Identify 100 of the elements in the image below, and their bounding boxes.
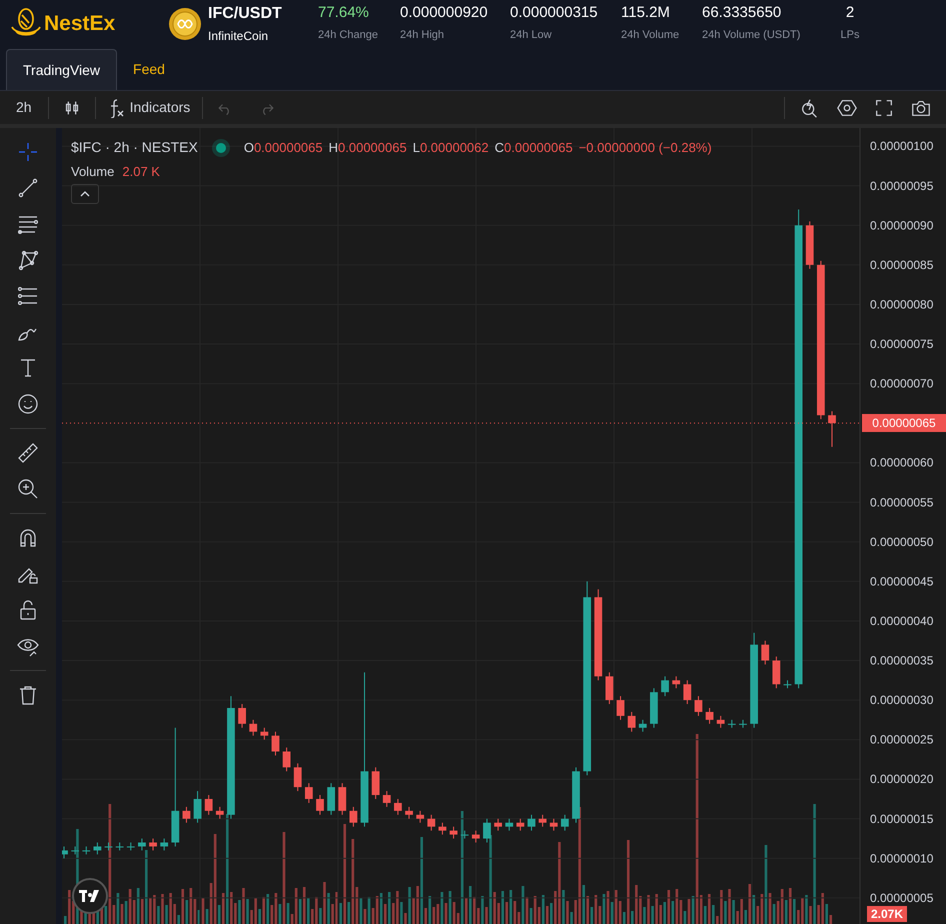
price-axis-label: 0.00000025 (870, 732, 934, 747)
candle (761, 640, 770, 665)
candle (427, 814, 436, 832)
candle (460, 830, 469, 840)
stat-value: 0.000000315 (510, 4, 599, 22)
candle (638, 719, 647, 732)
coin-icon (168, 7, 202, 41)
stat-value: 0.000000920 (400, 4, 489, 22)
stat-label: 24h Volume (USDT) (702, 28, 802, 44)
candle (538, 814, 546, 828)
stat-label: 24h Change (318, 28, 379, 44)
candle (116, 842, 124, 851)
collapse-button[interactable] (71, 184, 99, 204)
candle (694, 696, 702, 716)
candle (249, 719, 258, 736)
candle (138, 838, 146, 851)
candle (672, 676, 680, 689)
ohlc-value: O0.00000065 (244, 138, 323, 157)
stat-label: 24h High (400, 28, 446, 44)
volume-value: 2.07 K (122, 163, 160, 181)
price-axis-label: 0.00000090 (870, 218, 934, 232)
candle (628, 711, 636, 732)
candle (260, 727, 268, 740)
price-axis-label: 0.00000050 (870, 534, 934, 549)
candle (160, 838, 168, 851)
candle (338, 782, 346, 816)
candle (294, 762, 302, 792)
candle (516, 818, 524, 832)
stat-label: LPs (840, 28, 860, 44)
candle (416, 810, 424, 824)
tab[interactable]: TradingView (6, 49, 118, 90)
candle (616, 696, 624, 720)
volume-label: Volume (71, 163, 114, 181)
price-axis-label: 0.00000100 (870, 139, 934, 154)
candle (182, 806, 190, 824)
stat-label: 24h Low (510, 28, 553, 44)
ohlc-value: H0.00000065 (328, 138, 407, 157)
indicators-button[interactable]: Indicators (96, 97, 202, 118)
candle (216, 806, 224, 820)
price-axis-label: 0.00000020 (870, 772, 934, 786)
candle (82, 846, 90, 855)
stat-value: 66.3335650 (702, 4, 782, 22)
candle (316, 794, 324, 816)
candle (126, 842, 135, 851)
interval-button[interactable]: 2h (0, 97, 48, 118)
candle (528, 814, 536, 832)
price-axis-label: 0.00000015 (870, 812, 934, 826)
price-axis-label: 0.00000035 (870, 654, 934, 668)
candle (716, 715, 725, 728)
price-axis-label: 0.00000080 (870, 297, 934, 312)
candle (650, 688, 658, 728)
candle (438, 822, 446, 836)
symbol-title: $IFC · 2h · NESTEX (71, 138, 198, 157)
candle (71, 846, 80, 855)
candle (194, 790, 202, 824)
candle (505, 818, 514, 832)
candle (304, 782, 313, 804)
candle (728, 719, 736, 728)
candle (282, 747, 290, 772)
pair-symbol: IFC/USDT (208, 4, 283, 24)
candle (272, 731, 280, 756)
price-axis-label: 0.00000095 (870, 178, 934, 193)
candle (494, 818, 502, 832)
candle (405, 806, 413, 820)
candle (560, 814, 569, 832)
ohlc-value: L0.00000062 (412, 138, 489, 157)
price-axis-label: 0.00000085 (870, 258, 934, 272)
price-axis-label: 0.00000070 (870, 376, 934, 391)
candle (204, 794, 213, 816)
change-value: −0.00000000 (−0.28%) (578, 138, 712, 157)
stat-value: 77.64% (318, 4, 370, 22)
tab[interactable]: Feed (117, 49, 181, 90)
candle (606, 672, 614, 705)
candle (149, 838, 157, 851)
price-axis-label: 0.00000055 (870, 495, 934, 510)
candle (706, 708, 714, 724)
candle (661, 676, 669, 697)
candle (739, 719, 747, 728)
candle (550, 818, 558, 832)
price-axis-label: 0.00000045 (870, 574, 934, 588)
candle (104, 842, 112, 851)
price-axis-label: 0.00000075 (870, 337, 934, 351)
candle (472, 830, 480, 843)
candle (772, 656, 780, 689)
candle (806, 220, 814, 270)
candle (238, 704, 246, 728)
candle (450, 826, 458, 840)
candle (372, 766, 380, 800)
ohlc-value: C0.00000065 (494, 138, 573, 157)
coin-name: InfiniteCoin (208, 28, 270, 44)
stat-value: 115.2M (621, 4, 671, 22)
candle (828, 410, 836, 448)
current-price-badge: 0.00000065 (862, 414, 946, 432)
price-axis-label: 0.00000030 (870, 693, 934, 708)
brand-name: NestEx (44, 11, 116, 38)
candle (483, 818, 491, 843)
price-axis-label: 0.00000060 (870, 456, 934, 470)
volume-badge: 2.07K (867, 906, 908, 922)
candle (683, 680, 692, 705)
stat-label: 24h Volume (621, 28, 680, 44)
